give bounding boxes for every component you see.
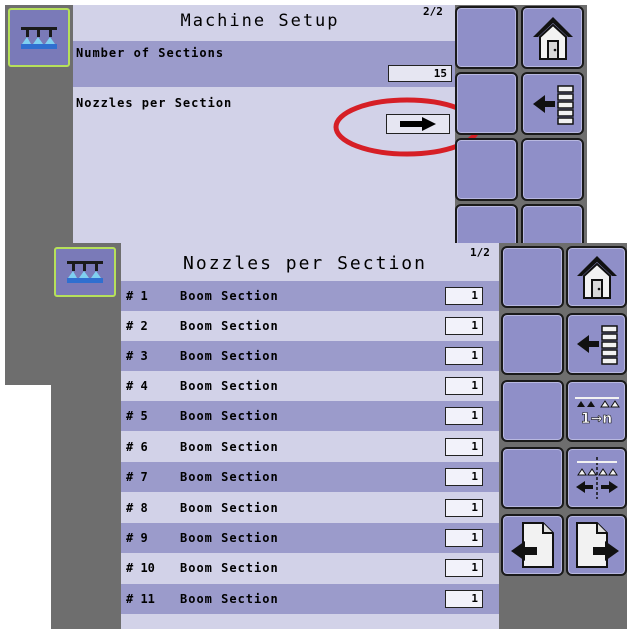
table-row[interactable]: # 3 Boom Section 1 [121, 341, 499, 371]
row-number: # 7 [126, 470, 148, 484]
front-blank-button-3[interactable] [501, 380, 564, 442]
row-number: # 6 [126, 440, 148, 454]
boom-split-button[interactable] [566, 447, 627, 509]
front-header-icon [54, 247, 116, 297]
row-name: Boom Section [180, 531, 279, 545]
row-name: Boom Section [180, 592, 279, 606]
apply-to-all-label: 1→n [580, 411, 613, 428]
next-page-icon [575, 522, 619, 568]
row-name: Boom Section [180, 379, 279, 393]
table-row[interactable]: # 10 Boom Section 1 [121, 553, 499, 583]
back-screen-title: Machine Setup [180, 11, 340, 31]
table-row[interactable]: # 2 Boom Section 1 [121, 311, 499, 341]
row-number: # 3 [126, 349, 148, 363]
front-screen-title: Nozzles per Section [183, 253, 427, 274]
row-name: Boom Section [180, 289, 279, 303]
row-name: Boom Section [180, 319, 279, 333]
row-number: # 11 [126, 592, 155, 606]
row-number: # 10 [126, 561, 155, 575]
row-number: # 4 [126, 379, 148, 393]
table-row[interactable]: # 7 Boom Section 1 [121, 462, 499, 492]
number-of-sections-field[interactable]: 15 [388, 65, 452, 82]
row-name: Boom Section [180, 409, 279, 423]
nozzle-count-field[interactable]: 1 [445, 499, 483, 517]
front-blank-button-4[interactable] [501, 447, 564, 509]
apply-to-all-icon [574, 397, 620, 408]
nozzle-count-field[interactable]: 1 [445, 438, 483, 456]
row-name: Boom Section [180, 440, 279, 454]
front-blank-button-1[interactable] [501, 246, 564, 308]
table-row[interactable]: # 6 Boom Section 1 [121, 432, 499, 462]
home-icon [576, 256, 617, 299]
boom-split-icon [575, 457, 618, 499]
nozzle-count-field[interactable]: 1 [445, 287, 483, 305]
table-row[interactable]: # 1 Boom Section 1 [121, 281, 499, 311]
table-row[interactable]: # 8 Boom Section 1 [121, 493, 499, 523]
next-page-button[interactable] [566, 514, 627, 576]
nozzle-count-field[interactable]: 1 [445, 590, 483, 608]
row-name: Boom Section [180, 501, 279, 515]
previous-page-button[interactable] [501, 514, 564, 576]
back-list-icon [576, 325, 618, 365]
table-row[interactable]: # 11 Boom Section 1 [121, 584, 499, 614]
back-header-icon [8, 8, 70, 67]
boom-sprayer-icon [67, 261, 103, 283]
nozzle-count-field[interactable]: 1 [445, 317, 483, 335]
row-number: # 2 [126, 319, 148, 333]
table-row[interactable]: # 4 Boom Section 1 [121, 371, 499, 401]
previous-page-icon [510, 522, 554, 568]
row-number: # 5 [126, 409, 148, 423]
nozzle-count-field[interactable]: 1 [445, 347, 483, 365]
nozzle-count-field[interactable]: 1 [445, 468, 483, 486]
number-of-sections-label: Number of Sections [76, 46, 225, 60]
row-number: # 8 [126, 501, 148, 515]
row-number: # 1 [126, 289, 148, 303]
front-blank-button-2[interactable] [501, 313, 564, 375]
home-icon [532, 16, 573, 60]
apply-to-all-button[interactable]: 1→n [566, 380, 627, 442]
nozzle-count-field[interactable]: 1 [445, 377, 483, 395]
row-name: Boom Section [180, 470, 279, 484]
back-page-indicator: 2/2 [423, 5, 443, 18]
front-page-indicator: 1/2 [470, 246, 490, 259]
front-home-button[interactable] [566, 246, 627, 308]
nozzle-count-field[interactable]: 1 [445, 559, 483, 577]
back-blank-button-2[interactable] [455, 72, 518, 135]
back-list-button[interactable] [521, 72, 584, 135]
table-row[interactable]: # 9 Boom Section 1 [121, 523, 499, 553]
back-blank-button-1[interactable] [455, 6, 518, 69]
back-blank-button-4[interactable] [521, 138, 584, 201]
nozzles-per-section-label: Nozzles per Section [76, 96, 233, 110]
back-home-button[interactable] [521, 6, 584, 69]
row-name: Boom Section [180, 349, 279, 363]
row-number: # 9 [126, 531, 148, 545]
nozzle-count-field[interactable]: 1 [445, 407, 483, 425]
nozzle-count-field[interactable]: 1 [445, 529, 483, 547]
back-blank-button-3[interactable] [455, 138, 518, 201]
row-name: Boom Section [180, 561, 279, 575]
back-list-icon [532, 84, 574, 125]
boom-sprayer-icon [21, 26, 57, 49]
front-back-list-button[interactable] [566, 313, 627, 375]
table-row[interactable]: # 5 Boom Section 1 [121, 401, 499, 431]
